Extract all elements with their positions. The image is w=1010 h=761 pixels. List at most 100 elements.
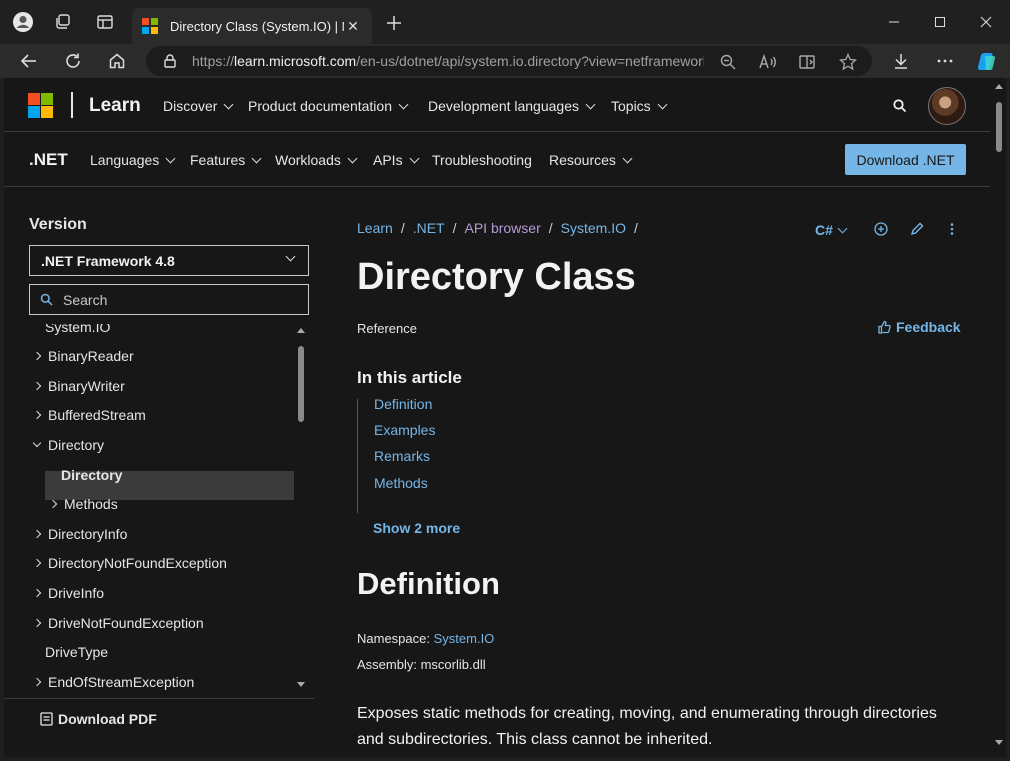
toc-item[interactable]: BinaryReader: [32, 341, 134, 371]
nav-label: Product documentation: [248, 98, 392, 114]
chevron-right-icon: [32, 558, 42, 568]
zoom-icon[interactable]: [718, 52, 738, 72]
copilot-icon[interactable]: [976, 50, 998, 72]
nav-label: Languages: [90, 152, 160, 168]
breadcrumb-separator: /: [452, 220, 457, 236]
main-content: Learn / .NET / API browser / System.IO / C# …: [357, 188, 967, 757]
toc-item[interactable]: DriveType: [45, 637, 108, 667]
chevron-down-icon: [585, 99, 596, 109]
new-tab-icon[interactable]: [384, 13, 404, 33]
chevron-down-icon: [398, 99, 409, 109]
nav-workloads[interactable]: Workloads: [275, 152, 358, 168]
toc-item[interactable]: BufferedStream: [32, 400, 146, 430]
toc-item[interactable]: Methods: [48, 489, 118, 519]
nav-label: Troubleshooting: [432, 152, 532, 168]
toc-item[interactable]: DirectoryInfo: [32, 519, 127, 549]
nav-discover[interactable]: Discover: [163, 98, 234, 114]
download-pdf-link[interactable]: Download PDF: [4, 698, 314, 738]
article-link-methods[interactable]: Methods: [374, 475, 428, 491]
toc-scrollbar[interactable]: [294, 324, 308, 698]
browser-tab-active[interactable]: Directory Class (System.IO) | Microsoft …: [132, 8, 372, 44]
workspaces-icon[interactable]: [52, 11, 74, 33]
toc-item[interactable]: DriveInfo: [32, 578, 104, 608]
microsoft-logo-icon[interactable]: [28, 93, 53, 118]
pdf-icon: [40, 711, 53, 726]
namespace-link[interactable]: System.IO: [434, 631, 495, 646]
minimize-icon[interactable]: [884, 12, 904, 32]
toc-item[interactable]: Directory: [32, 430, 105, 460]
nav-product-documentation[interactable]: Product documentation: [248, 98, 409, 114]
close-window-icon[interactable]: [976, 12, 996, 32]
toc-item-selected[interactable]: Directory: [61, 460, 122, 490]
address-bar[interactable]: https://learn.microsoft.com/en-us/dotnet…: [146, 46, 872, 76]
toc-item[interactable]: BinaryWriter: [32, 371, 125, 401]
namespace-row: Namespace: System.IO: [357, 631, 494, 646]
download-dotnet-button[interactable]: Download .NET: [845, 144, 966, 175]
chevron-right-icon: [32, 618, 42, 628]
downloads-icon[interactable]: [890, 50, 912, 72]
toc-filter-input[interactable]: Search: [29, 284, 309, 315]
site-search-icon[interactable]: [892, 98, 908, 114]
chevron-right-icon: [32, 410, 42, 420]
search-icon: [40, 293, 53, 306]
breadcrumb-learn[interactable]: Learn: [357, 220, 393, 236]
back-icon[interactable]: [18, 50, 40, 72]
lock-icon[interactable]: [164, 54, 176, 68]
scroll-down-icon[interactable]: [297, 682, 305, 687]
nav-label: Discover: [163, 98, 218, 114]
nav-troubleshooting[interactable]: Troubleshooting: [432, 152, 532, 168]
url-text: https://learn.microsoft.com/en-us/dotnet…: [192, 53, 704, 69]
page-scroll-thumb[interactable]: [996, 102, 1002, 152]
toc-item[interactable]: EndOfStreamException: [32, 667, 194, 697]
more-menu-icon[interactable]: [934, 50, 956, 72]
maximize-icon[interactable]: [930, 12, 950, 32]
scroll-up-icon[interactable]: [995, 84, 1003, 89]
show-more-button[interactable]: Show 2 more: [373, 520, 460, 536]
user-avatar[interactable]: [928, 87, 966, 125]
article-link-remarks[interactable]: Remarks: [374, 448, 430, 464]
immersive-reader-icon[interactable]: [798, 52, 818, 72]
in-this-article-heading: In this article: [357, 368, 462, 387]
toc-item[interactable]: DriveNotFoundException: [32, 608, 204, 638]
read-aloud-icon[interactable]: [758, 52, 778, 72]
article-link-examples[interactable]: Examples: [374, 422, 435, 438]
language-selector[interactable]: C#: [815, 222, 848, 238]
page-scrollbar[interactable]: [992, 78, 1006, 757]
scroll-down-icon[interactable]: [995, 740, 1003, 745]
chevron-right-icon: [32, 588, 42, 598]
nav-topics[interactable]: Topics: [611, 98, 668, 114]
assembly-label: Assembly:: [357, 657, 417, 672]
refresh-icon[interactable]: [62, 50, 84, 72]
nav-apis[interactable]: APIs: [373, 152, 420, 168]
scroll-up-icon[interactable]: [297, 328, 305, 333]
product-title-link[interactable]: .NET: [29, 150, 68, 170]
toc-scroll-thumb[interactable]: [298, 346, 304, 422]
vertical-tabs-icon[interactable]: [94, 11, 116, 33]
tab-close-icon[interactable]: ✕: [344, 18, 362, 35]
browser-toolbar: https://learn.microsoft.com/en-us/dotnet…: [0, 44, 1010, 78]
toc-item[interactable]: DirectoryNotFoundException: [32, 548, 227, 578]
toc-item[interactable]: System.IO: [45, 324, 110, 342]
nav-features[interactable]: Features: [190, 152, 262, 168]
nav-languages[interactable]: Languages: [90, 152, 176, 168]
breadcrumb-dotnet[interactable]: .NET: [413, 220, 445, 236]
toc-label: System.IO: [45, 324, 111, 335]
page-title: Directory Class: [357, 256, 636, 298]
toc-label: Directory: [48, 437, 105, 453]
edit-pencil-icon[interactable]: [909, 221, 925, 237]
add-to-collection-icon[interactable]: [873, 221, 889, 237]
home-icon[interactable]: [106, 50, 128, 72]
favorite-star-icon[interactable]: [838, 52, 858, 72]
learn-brand-link[interactable]: Learn: [89, 95, 141, 117]
article-link-definition[interactable]: Definition: [374, 396, 432, 412]
breadcrumb-api-browser[interactable]: API browser: [464, 220, 540, 236]
breadcrumb-system-io[interactable]: System.IO: [561, 220, 626, 236]
version-select[interactable]: .NET Framework 4.8: [29, 245, 309, 276]
feedback-button[interactable]: Feedback: [878, 319, 961, 335]
namespace-label: Namespace:: [357, 631, 430, 646]
profile-icon[interactable]: [12, 11, 34, 33]
nav-resources[interactable]: Resources: [549, 152, 633, 168]
more-actions-icon[interactable]: [944, 221, 960, 237]
nav-development-languages[interactable]: Development languages: [428, 98, 596, 114]
language-value: C#: [815, 222, 833, 238]
